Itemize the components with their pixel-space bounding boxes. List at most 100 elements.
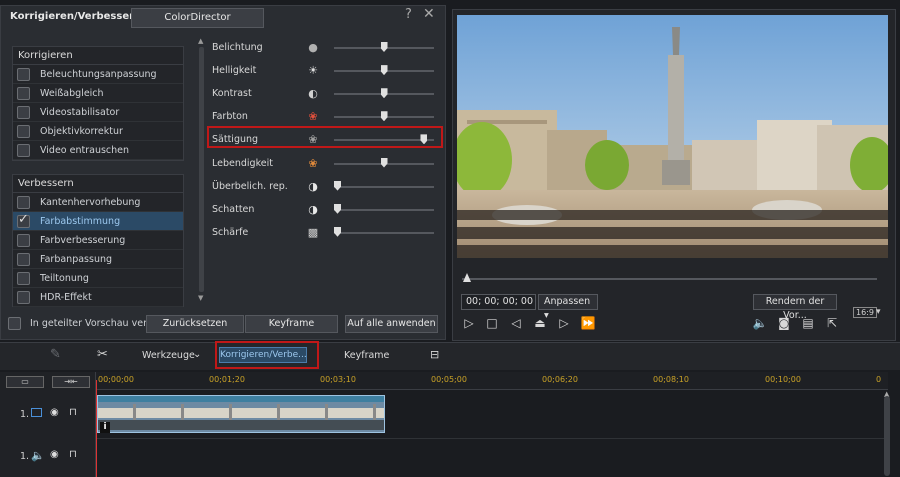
enhance-item-label: Farbabstimmung [40, 215, 121, 227]
close-icon[interactable]: ✕ [423, 6, 435, 22]
timecode-field[interactable]: 00; 00; 00; 00 [461, 294, 536, 310]
params-scrollbar[interactable]: ▲ ▼ [198, 37, 205, 302]
param-slider-track[interactable] [334, 208, 434, 211]
colordirector-tab[interactable]: ColorDirector [131, 8, 264, 28]
correct-item[interactable]: Beleuchtungsanpassung [13, 65, 183, 84]
compare-checkbox[interactable] [8, 317, 21, 330]
param-slider-thumb[interactable] [380, 42, 388, 52]
enhance-checkbox[interactable] [17, 233, 30, 247]
correct-item[interactable]: Video entrauschen [13, 141, 183, 160]
correct-checkbox[interactable] [17, 124, 30, 138]
subtitle-room-icon[interactable]: ⊟ [430, 348, 439, 361]
enhance-item-label: Teiltonung [40, 272, 89, 284]
timeline-toolbar [0, 342, 900, 370]
param-row: Überbelich. rep. ◑ [212, 178, 442, 196]
aspect-ratio-selector[interactable]: 16:9 [853, 307, 877, 318]
rgb-hue-icon: ❀ [308, 110, 318, 124]
enhance-checkbox[interactable] [17, 195, 30, 209]
render-preview-button[interactable]: Rendern der Vor... [753, 294, 837, 321]
scroll-up-icon[interactable]: ▲ [198, 37, 203, 45]
correct-checkbox[interactable] [17, 86, 30, 100]
param-slider-thumb[interactable] [380, 65, 388, 76]
chevron-down-icon[interactable]: ⌄ [193, 349, 201, 360]
param-slider-thumb[interactable] [380, 88, 388, 99]
enhance-item[interactable]: Farbanpassung [13, 250, 183, 269]
enhance-item[interactable]: Farbverbesserung [13, 231, 183, 250]
correct-item[interactable]: Weißabgleich [13, 84, 183, 103]
timeline-view-toggle[interactable]: ▭ [6, 376, 44, 388]
enhance-checkbox[interactable] [17, 212, 30, 228]
enhance-checkbox[interactable] [17, 290, 30, 304]
snapshot-icon[interactable]: ◙ [776, 316, 792, 330]
enhance-item[interactable]: HDR-Effekt [13, 288, 183, 307]
enhance-item[interactable]: Teiltonung [13, 269, 183, 288]
audio-track-icon: 🔈 [31, 449, 45, 462]
previous-frame-icon[interactable]: ◁ [508, 316, 524, 330]
correct-checkbox[interactable] [17, 143, 30, 157]
keyframe-button[interactable]: Keyframe [245, 315, 338, 333]
param-row: Helligkeit ☀ [212, 62, 442, 80]
video-track-number: 1. [20, 409, 30, 420]
apply-all-button[interactable]: Auf alle anwenden [345, 315, 438, 333]
param-slider-thumb[interactable] [334, 180, 341, 191]
param-slider-thumb[interactable] [334, 203, 341, 214]
next-frame-icon[interactable]: ▷ [556, 316, 572, 330]
lock-icon[interactable]: ⊓ [69, 449, 77, 460]
eye-icon[interactable]: ◉ [50, 407, 59, 418]
param-slider-track[interactable] [334, 185, 434, 188]
enhance-checkbox[interactable] [17, 271, 30, 285]
ruler-tick-label: 00;00;00 [98, 375, 134, 384]
stop-icon[interactable]: □ [484, 316, 500, 330]
eye-icon[interactable]: ◉ [50, 449, 59, 460]
sun-icon: ☀ [308, 64, 318, 78]
audio-track-number: 1. [20, 451, 30, 462]
chevron-down-icon[interactable]: ▾ [876, 307, 881, 317]
param-slider-track[interactable] [334, 231, 434, 234]
correct-item-label: Objektivkorrektur [40, 125, 123, 137]
play-icon[interactable]: ▷ [461, 316, 477, 330]
lock-icon[interactable]: ⊓ [69, 407, 77, 418]
playhead[interactable] [96, 380, 97, 477]
undock-icon[interactable]: ⇱ [824, 316, 840, 330]
ruler-tick-label: 00;01;20 [209, 375, 245, 384]
pen-icon[interactable]: ✎ [50, 347, 61, 362]
scroll-down-icon[interactable]: ▼ [198, 294, 203, 302]
half-circle-icon: ◑ [308, 202, 318, 216]
correct-checkbox[interactable] [17, 67, 30, 81]
fast-forward-icon[interactable]: ⏩ [580, 316, 596, 330]
correct-item[interactable]: Videostabilisator [13, 103, 183, 122]
highlight-box-tab [215, 341, 319, 369]
scroll-track[interactable] [199, 47, 204, 292]
enhance-checkbox[interactable] [17, 252, 30, 266]
param-slider-thumb[interactable] [334, 226, 341, 237]
video-clip[interactable] [97, 395, 385, 433]
enhance-item-label: Farbanpassung [40, 253, 113, 265]
keyframe-tab[interactable]: Keyframe [344, 350, 389, 361]
seek-bar[interactable] [462, 278, 877, 280]
fit-dropdown[interactable]: Anpassen ▾ [538, 294, 598, 321]
split-icon[interactable]: ⏏ [532, 316, 548, 330]
tools-dropdown[interactable]: Werkzeuge [142, 350, 195, 361]
param-row: Farbton ❀ [212, 108, 442, 126]
enhance-item[interactable]: Farbabstimmung [13, 212, 183, 231]
correct-checkbox[interactable] [17, 105, 30, 119]
help-icon[interactable]: ? [405, 7, 412, 22]
timeline-scrollbar[interactable] [884, 396, 890, 476]
enhance-item-label: HDR-Effekt [40, 291, 92, 303]
correct-item[interactable]: Objektivkorrektur [13, 122, 183, 141]
enhance-group: Verbessern Kantenhervorhebung Farbabstimm… [12, 174, 184, 307]
fit-timeline-icon[interactable]: ⇥⇤ [52, 376, 90, 388]
reset-button[interactable]: Zurücksetzen [146, 315, 244, 333]
volume-icon[interactable]: 🔈 [752, 316, 768, 330]
param-slider-thumb[interactable] [380, 157, 388, 168]
correct-group-header: Korrigieren [13, 47, 183, 65]
scissors-icon[interactable]: ✂ [97, 347, 108, 362]
info-icon: i [100, 422, 110, 433]
subtitles-icon[interactable]: ▤ [800, 316, 816, 330]
param-label: Überbelich. rep. [212, 180, 288, 192]
param-row: Lebendigkeit ❀ [212, 155, 442, 173]
enhance-item[interactable]: Kantenhervorhebung [13, 193, 183, 212]
param-row: Belichtung ● [212, 39, 442, 57]
panel-title: Korrigieren/Verbessern [10, 11, 142, 22]
param-slider-thumb[interactable] [380, 111, 388, 122]
